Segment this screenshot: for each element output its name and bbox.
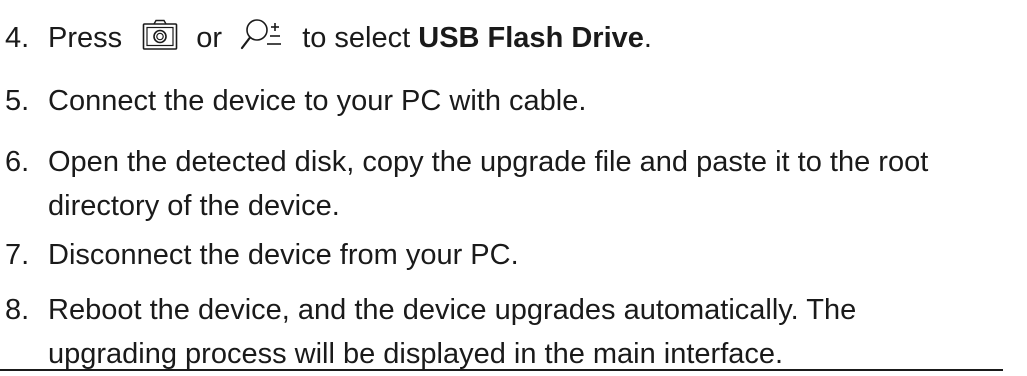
step-text-line-1: Open the detected disk, copy the upgrade… — [48, 146, 929, 178]
step-8: 8. Reboot the device, and the device upg… — [0, 288, 1000, 376]
step-text: Open the detected disk, copy the upgrade… — [48, 140, 1000, 228]
period: . — [643, 22, 652, 54]
step-number: 8. — [5, 294, 30, 326]
step-text: Disconnect the device from your PC. — [48, 239, 519, 271]
usb-flash-drive-label: USB Flash Drive — [418, 22, 644, 54]
step-7: 7. Disconnect the device from your PC. — [0, 233, 1000, 277]
press-text: Press — [48, 22, 123, 54]
step-number: 7. — [5, 239, 30, 271]
step-4: 4. Press or to select USB Flash Drive. — [0, 16, 1000, 60]
zoom-plus-minus-icon — [240, 18, 282, 52]
camera-icon — [142, 19, 178, 51]
step-number: 4. — [5, 22, 30, 54]
step-text: Press or to select USB Flash Drive. — [48, 16, 1000, 60]
or-text: or — [196, 22, 223, 54]
step-5: 5. Connect the device to your PC with ca… — [0, 79, 1000, 123]
step-6: 6. Open the detected disk, copy the upgr… — [0, 140, 1000, 228]
bottom-divider — [0, 369, 1003, 371]
step-number: 5. — [5, 85, 30, 117]
step-text-line-1: Reboot the device, and the device upgrad… — [48, 294, 857, 326]
to-select-text: to select — [302, 22, 411, 54]
step-number: 6. — [5, 146, 30, 178]
step-text-line-2: directory of the device. — [48, 190, 340, 222]
step-text: Reboot the device, and the device upgrad… — [48, 288, 1000, 376]
step-text: Connect the device to your PC with cable… — [48, 85, 587, 117]
